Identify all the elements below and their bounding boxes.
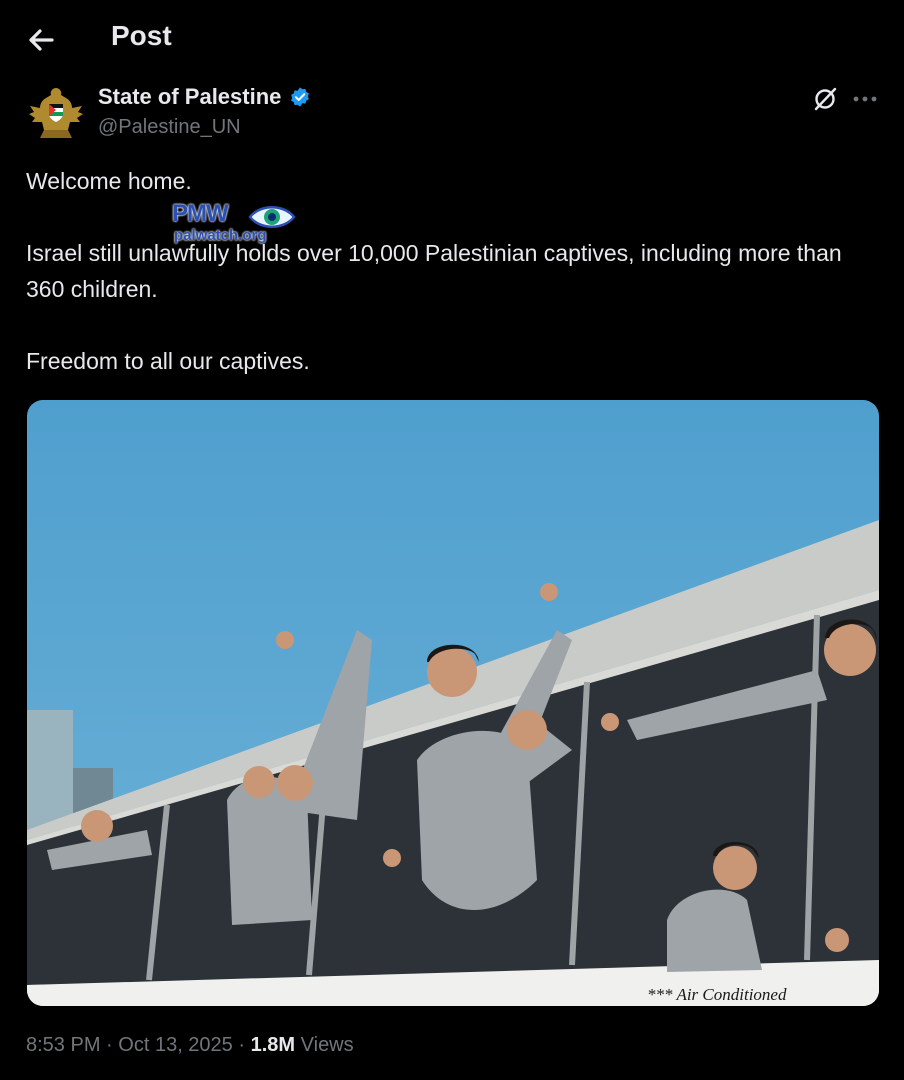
post-header: Post: [0, 0, 904, 80]
views-label: Views: [300, 1034, 354, 1056]
page-title: Post: [111, 20, 172, 51]
avatar[interactable]: [26, 82, 86, 144]
post-date[interactable]: Oct 13, 2025: [118, 1034, 233, 1056]
tweet-paragraph: Freedom to all our captives.: [26, 348, 310, 374]
tweet-paragraph: Welcome home.: [26, 168, 192, 194]
watermark-brand: PMW: [172, 200, 229, 227]
grok-icon[interactable]: [812, 86, 838, 112]
verified-badge-icon: [291, 87, 310, 107]
tweet-photo[interactable]: *** Air Conditioned: [27, 400, 879, 1006]
author-handle[interactable]: @Palestine_UN: [98, 116, 241, 139]
bus-photo-illustration: *** Air Conditioned: [27, 400, 879, 1006]
tweet-text: Welcome home. Israel still unlawfully ho…: [26, 163, 876, 379]
back-button[interactable]: [22, 22, 62, 58]
meta-separator: ·: [106, 1034, 113, 1056]
views-count: 1.8M: [250, 1034, 296, 1056]
pmw-watermark: PMW palwatch.org: [172, 200, 298, 248]
more-dots-icon[interactable]: [850, 86, 880, 112]
eye-icon: [248, 206, 296, 228]
palestine-emblem-icon: [29, 88, 83, 138]
tweet-paragraph: Israel still unlawfully holds over 10,00…: [26, 240, 842, 302]
meta-separator: ·: [238, 1034, 246, 1056]
author-display-name[interactable]: State of Palestine: [98, 84, 281, 110]
arrow-left-icon: [29, 29, 54, 51]
post-time[interactable]: 8:53 PM: [26, 1034, 100, 1056]
post-meta: 8:53 PM · Oct 13, 2025 · 1.8M Views: [26, 1034, 354, 1057]
author-name-row: State of Palestine: [98, 84, 311, 110]
bus-lettering: *** Air Conditioned: [647, 985, 787, 1004]
